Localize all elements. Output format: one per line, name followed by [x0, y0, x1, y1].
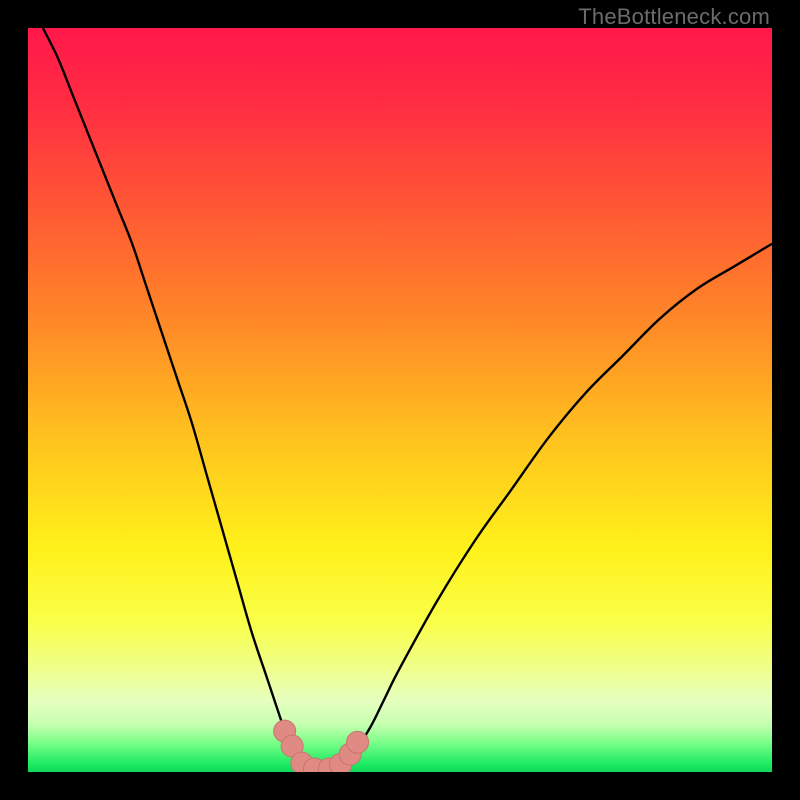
curve-path: [43, 28, 772, 771]
marker-dot: [347, 731, 369, 753]
plot-area: [28, 28, 772, 772]
minimum-markers: [274, 720, 369, 772]
watermark-text: TheBottleneck.com: [578, 4, 770, 30]
bottleneck-curve: [28, 28, 772, 772]
